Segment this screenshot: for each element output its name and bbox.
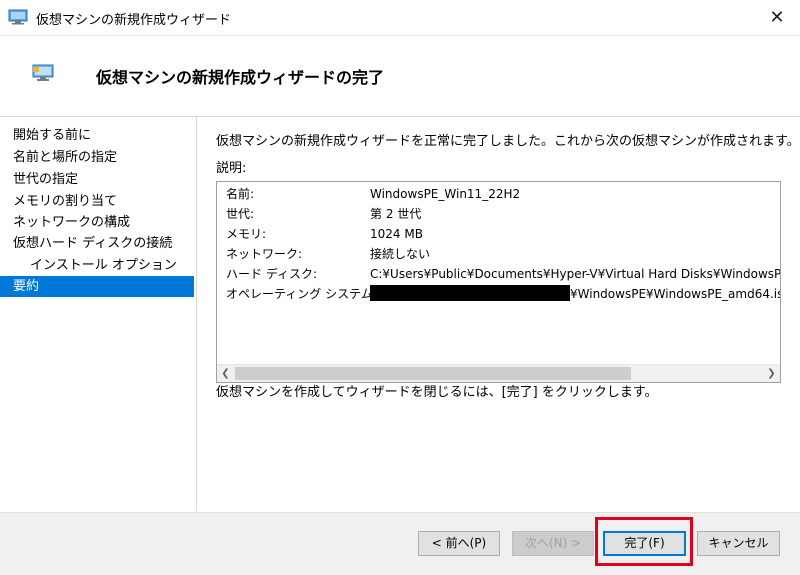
summary-value: 1024 MB — [370, 227, 423, 241]
scroll-right-icon[interactable]: ❯ — [763, 365, 780, 382]
summary-value: 第 2 世代 — [370, 207, 422, 221]
summary-value: 接続しない — [370, 247, 431, 261]
summary-value: ¥WindowsPE¥WindowsPE_amd64.iso が — [570, 287, 781, 301]
close-icon[interactable]: ✕ — [754, 0, 800, 34]
scrollbar-thumb[interactable] — [235, 367, 631, 380]
summary-key: 世代: — [226, 207, 255, 221]
vm-header-icon — [32, 64, 54, 81]
summary-key: ネットワーク: — [226, 247, 303, 261]
page-title: 仮想マシンの新規作成ウィザードの完了 — [96, 68, 385, 87]
cancel-button[interactable]: キャンセル — [697, 531, 780, 556]
back-button[interactable]: < 前へ(P) — [418, 531, 500, 556]
wizard-header: 仮想マシンの新規作成ウィザードの完了 — [0, 36, 800, 117]
completion-message: 仮想マシンの新規作成ウィザードを正常に完了しました。これから次の仮想マシンが作成… — [216, 134, 800, 149]
summary-panel: 仮想マシンの新規作成ウィザードを正常に完了しました。これから次の仮想マシンが作成… — [216, 117, 800, 511]
title-bar: 仮想マシンの新規作成ウィザード ✕ — [0, 0, 800, 36]
sidebar-item-summary[interactable]: 要約 — [0, 276, 194, 297]
sidebar-item-before-you-begin[interactable]: 開始する前に — [0, 125, 194, 146]
sidebar-item-network[interactable]: ネットワークの構成 — [0, 212, 194, 233]
summary-list[interactable]: 名前: WindowsPE_Win11_22H2 世代: 第 2 世代 メモリ:… — [216, 181, 781, 383]
summary-key: 名前: — [226, 187, 255, 201]
horizontal-scrollbar[interactable]: ❮ ❯ — [217, 364, 780, 382]
window-title: 仮想マシンの新規作成ウィザード — [36, 13, 232, 28]
sidebar-item-generation[interactable]: 世代の指定 — [0, 169, 194, 190]
close-glyph[interactable]: ✕ — [769, 7, 784, 28]
description-label: 説明: — [216, 161, 247, 176]
summary-key: オペレーティング システム: — [226, 287, 377, 301]
sidebar-item-virtual-hard-disk[interactable]: 仮想ハード ディスクの接続 — [0, 233, 194, 254]
finish-button-highlight — [595, 517, 693, 566]
sidebar-item-name-location[interactable]: 名前と場所の指定 — [0, 147, 194, 168]
summary-value: WindowsPE_Win11_22H2 — [370, 187, 521, 201]
summary-value: C:¥Users¥Public¥Documents¥Hyper-V¥Virtua… — [370, 267, 781, 281]
sidebar-item-installation-options[interactable]: インストール オプション — [0, 255, 194, 276]
summary-key: メモリ: — [226, 227, 267, 241]
next-button: 次へ(N) > — [512, 531, 594, 556]
summary-key: ハード ディスク: — [226, 267, 318, 281]
vm-window-icon — [8, 9, 28, 25]
summary-value-os: ¥WindowsPE¥WindowsPE_amd64.iso が — [370, 284, 781, 304]
finish-instruction: 仮想マシンを作成してウィザードを閉じるには、[完了] をクリックします。 — [216, 385, 658, 400]
wizard-steps-sidebar: 開始する前に 名前と場所の指定 世代の指定 メモリの割り当て ネットワークの構成… — [0, 117, 197, 511]
sidebar-item-memory[interactable]: メモリの割り当て — [0, 191, 194, 212]
redaction-bar — [370, 285, 570, 301]
scroll-left-icon[interactable]: ❮ — [217, 365, 234, 382]
